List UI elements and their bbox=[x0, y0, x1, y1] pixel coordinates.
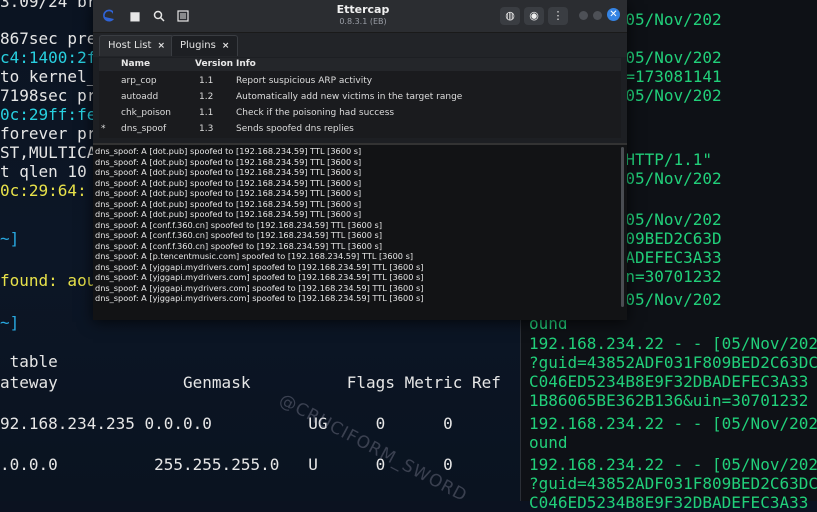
tab-label: Host List bbox=[108, 40, 152, 51]
plugin-name: autoadd bbox=[121, 92, 159, 102]
log-line: dns_spoof: A [p.tencentmusic.com] spoofe… bbox=[95, 251, 414, 261]
plugin-info: Report suspicious ARP activity bbox=[236, 76, 373, 86]
plugin-row-chk_poison[interactable]: chk_poison 1.1 Check if the poisoning had … bbox=[99, 105, 621, 121]
terminal-line: 0c:29ff:fe bbox=[0, 105, 97, 124]
log-line: dns_spoof: A [yjggapi.mydrivers.com] spo… bbox=[95, 261, 424, 272]
plugin-info: Check if the poisoning had success bbox=[236, 108, 395, 118]
ettercap-logo-icon[interactable] bbox=[99, 6, 119, 26]
terminal-line: forever pr bbox=[0, 124, 97, 143]
menu-grid-icon[interactable] bbox=[173, 6, 193, 26]
log-line: dns_spoof: A [conf.f.360.cn] spoofed to … bbox=[95, 219, 383, 230]
stop-icon[interactable]: ■ bbox=[125, 6, 145, 26]
plugin-row-arp_cop[interactable]: arp_cop 1.1 Report suspicious ARP activity bbox=[99, 73, 621, 89]
log-line: dns_spoof: A [dot.pub] spoofed to [192.1… bbox=[95, 146, 362, 156]
terminal-line: 192.168.234.22 - - [05/Nov/202 bbox=[529, 455, 817, 474]
log-scrollbar[interactable] bbox=[621, 147, 624, 307]
terminal-line: ?guid=43852ADF031F809BED2C63DC bbox=[529, 353, 817, 372]
tab-host-list[interactable]: Host List × bbox=[99, 35, 174, 56]
terminal-line: 0c:29:64: bbox=[0, 181, 87, 200]
terminal-line: 92.168.234.235 0.0.0.0 UG 0 0 bbox=[0, 414, 453, 433]
plugin-version: 1.3 bbox=[199, 124, 214, 134]
terminal-line: C046ED5234B8E9F32DBADEFEC3A33 bbox=[529, 493, 809, 512]
log-line: dns_spoof: A [yjggapi.mydrivers.com] spo… bbox=[95, 293, 424, 303]
log-line: dns_spoof: A [dot.pub] spoofed to [192.1… bbox=[95, 209, 362, 219]
plugin-info: Sends spoofed dns replies bbox=[236, 124, 354, 134]
plugin-name: chk_poison bbox=[121, 108, 171, 118]
log-line: dns_spoof: A [conf.f.360.cn] spoofed to … bbox=[95, 230, 383, 240]
kebab-menu-icon[interactable]: ⋮ bbox=[548, 7, 568, 25]
terminal-line: found: aou bbox=[0, 271, 97, 290]
tab-close-icon[interactable]: × bbox=[157, 41, 165, 51]
terminal-line: 192.168.234.22 - - [05/Nov/202 bbox=[529, 414, 817, 433]
terminal-line: 192.168.234.22 - - [05/Nov/202 bbox=[529, 334, 817, 353]
column-header-name[interactable]: Name bbox=[121, 58, 150, 71]
plugin-version: 1.1 bbox=[199, 76, 214, 86]
plugin-row-autoadd[interactable]: autoadd 1.2 Automatically add new victims … bbox=[99, 89, 621, 105]
plugin-active-marker: * bbox=[101, 124, 106, 134]
terminal-line: C046ED5234B8E9F32DBADEFEC3A33 bbox=[529, 372, 809, 391]
title-bar[interactable]: ■ Ettercap 0.8.3.1 (EB) ◍ ◉ ⋮ ✕ bbox=[93, 0, 627, 33]
column-header-info[interactable]: Info bbox=[236, 58, 256, 71]
log-line: dns_spoof: A [dot.pub] spoofed to [192.1… bbox=[95, 198, 362, 209]
tab-close-icon[interactable]: × bbox=[222, 41, 230, 51]
log-output[interactable]: dns_spoof: A [dot.pub] spoofed to [192.1… bbox=[93, 143, 627, 320]
maximize-dot[interactable] bbox=[593, 11, 602, 20]
terminal-line: ateway Genmask Flags Metric Ref Us bbox=[0, 373, 559, 392]
plugin-name: arp_cop bbox=[121, 76, 157, 86]
plugin-name: dns_spoof bbox=[121, 124, 167, 134]
terminal-line: ?guid=43852ADF031F809BED2C63DC bbox=[529, 474, 817, 493]
tab-plugins[interactable]: Plugins × bbox=[171, 35, 239, 56]
log-line: dns_spoof: A [dot.pub] spoofed to [192.1… bbox=[95, 156, 362, 167]
terminal-line: 7198sec pr bbox=[0, 86, 97, 105]
terminal-line: t qlen 10 bbox=[0, 162, 87, 181]
plugin-table: Name Version Info arp_cop 1.1 Report suspi… bbox=[99, 58, 621, 138]
log-line: dns_spoof: A [yjggapi.mydrivers.com] spo… bbox=[95, 272, 424, 282]
terminal-line: c4:1400:2f bbox=[0, 48, 97, 67]
terminal-line: ST,MULTICA bbox=[0, 143, 97, 162]
record-icon[interactable]: ◉ bbox=[524, 7, 544, 25]
tab-bar: Host List × Plugins × bbox=[93, 33, 627, 57]
terminal-line: to kernel_ bbox=[0, 67, 97, 86]
minimize-dot[interactable] bbox=[579, 11, 588, 20]
table-header bbox=[99, 58, 621, 71]
terminal-line: ~] bbox=[0, 313, 20, 332]
plugin-version: 1.2 bbox=[199, 92, 214, 102]
plugin-row-dns_spoof[interactable]: * dns_spoof 1.3 Sends spoofed dns replies bbox=[99, 121, 621, 137]
window-title: Ettercap bbox=[336, 3, 390, 16]
terminal-line: table bbox=[0, 352, 58, 371]
log-line: dns_spoof: A [dot.pub] spoofed to [192.1… bbox=[95, 167, 362, 177]
log-line: dns_spoof: A [dot.pub] spoofed to [192.1… bbox=[95, 188, 362, 198]
log-line: dns_spoof: A [yjggapi.mydrivers.com] spo… bbox=[95, 282, 424, 293]
close-icon[interactable]: ✕ bbox=[607, 8, 620, 21]
tab-label: Plugins bbox=[180, 40, 216, 51]
plugin-version: 1.1 bbox=[199, 108, 214, 118]
terminal-line: ~] bbox=[0, 229, 20, 248]
column-header-version[interactable]: Version bbox=[195, 58, 233, 71]
terminal-line: 1B86065BE362B136&uin=30701232 bbox=[529, 391, 809, 410]
search-icon[interactable] bbox=[149, 6, 169, 26]
terminal-line: ound bbox=[529, 433, 568, 452]
window-subtitle: 0.8.3.1 (EB) bbox=[339, 17, 387, 26]
ettercap-window: ■ Ettercap 0.8.3.1 (EB) ◍ ◉ ⋮ ✕ Host Lis… bbox=[93, 0, 627, 320]
log-line: dns_spoof: A [conf.f.360.cn] spoofed to … bbox=[95, 240, 383, 251]
terminal-line: 867sec pre bbox=[0, 29, 97, 48]
plugin-info: Automatically add new victims in the tar… bbox=[236, 92, 463, 102]
globe-icon[interactable]: ◍ bbox=[500, 7, 520, 25]
log-line: dns_spoof: A [dot.pub] spoofed to [192.1… bbox=[95, 177, 362, 188]
